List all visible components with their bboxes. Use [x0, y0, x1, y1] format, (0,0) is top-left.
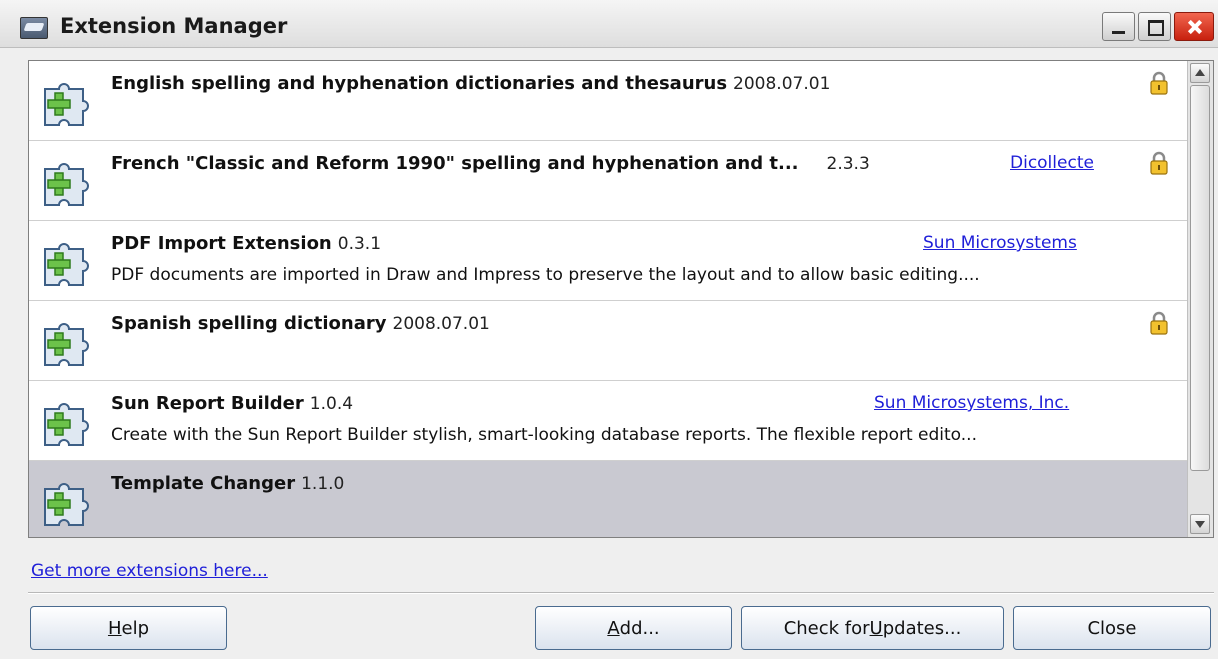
- puzzle-plus-icon: [41, 81, 97, 129]
- extension-row[interactable]: Sun Report Builder 1.0.4 Sun Microsystems…: [29, 381, 1187, 461]
- extension-row[interactable]: French "Classic and Reform 1990" spellin…: [29, 141, 1187, 221]
- publisher-link[interactable]: Dicollecte: [1010, 153, 1094, 173]
- extension-version: 1.0.4: [309, 394, 354, 414]
- scroll-up-button[interactable]: [1190, 63, 1210, 83]
- scroll-down-button[interactable]: [1190, 514, 1210, 534]
- lock-icon: [1150, 71, 1168, 95]
- publisher-link[interactable]: Sun Microsystems: [923, 233, 1077, 253]
- extension-name: English spelling and hyphenation diction…: [111, 73, 831, 94]
- maximize-button[interactable]: [1138, 12, 1171, 41]
- extension-description: PDF documents are imported in Draw and I…: [111, 265, 980, 285]
- extension-row[interactable]: PDF Import Extension 0.3.1 Sun Microsyste…: [29, 221, 1187, 301]
- add-button[interactable]: Add...: [535, 606, 732, 650]
- puzzle-plus-icon: [41, 321, 97, 369]
- scroll-thumb[interactable]: [1190, 85, 1210, 471]
- window-title: Extension Manager: [60, 14, 288, 38]
- extension-version: 2008.07.01: [733, 74, 831, 94]
- get-more-extensions-link[interactable]: Get more extensions here...: [31, 561, 268, 581]
- minimize-button[interactable]: [1102, 12, 1135, 41]
- extension-row[interactable]: Spanish spelling dictionary 2008.07.01: [29, 301, 1187, 381]
- extension-row[interactable]: English spelling and hyphenation diction…: [29, 61, 1187, 141]
- puzzle-plus-icon: [41, 401, 97, 449]
- lock-icon: [1150, 151, 1168, 175]
- extension-name: Template Changer 1.1.0: [111, 473, 345, 494]
- extension-version: 2.3.3: [826, 154, 870, 174]
- check-for-updates-button[interactable]: Check for Updates...: [741, 606, 1004, 650]
- extension-name: PDF Import Extension 0.3.1: [111, 233, 382, 254]
- publisher-link[interactable]: Sun Microsystems, Inc.: [874, 393, 1069, 413]
- extension-name: French "Classic and Reform 1990" spellin…: [111, 153, 870, 174]
- app-icon: [20, 17, 48, 39]
- help-button[interactable]: Help: [30, 606, 227, 650]
- extension-version: 0.3.1: [337, 234, 382, 254]
- puzzle-plus-icon: [41, 481, 97, 529]
- close-window-button[interactable]: [1174, 12, 1214, 41]
- puzzle-plus-icon: [41, 241, 97, 289]
- extension-row[interactable]: Template Changer 1.1.0: [29, 461, 1187, 537]
- extension-name: Spanish spelling dictionary 2008.07.01: [111, 313, 490, 334]
- lock-icon: [1150, 311, 1168, 335]
- footer-separator: [28, 592, 1214, 594]
- title-bar: Extension Manager: [0, 0, 1218, 48]
- extension-version: 2008.07.01: [392, 314, 490, 334]
- extension-list[interactable]: English spelling and hyphenation diction…: [28, 60, 1214, 538]
- extension-name: Sun Report Builder 1.0.4: [111, 393, 354, 414]
- extension-version: 1.1.0: [301, 474, 345, 494]
- close-button[interactable]: Close: [1013, 606, 1211, 650]
- scrollbar[interactable]: [1187, 61, 1213, 537]
- puzzle-plus-icon: [41, 161, 97, 209]
- extension-description: Create with the Sun Report Builder styli…: [111, 425, 977, 445]
